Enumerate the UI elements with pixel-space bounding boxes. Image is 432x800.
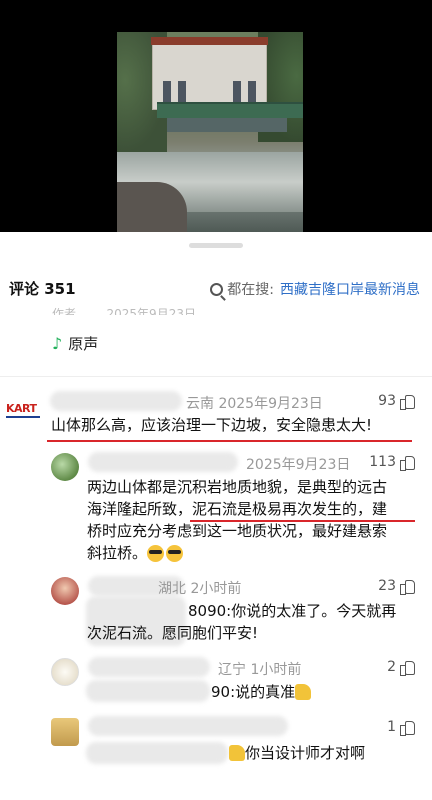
comment-meta: 湖北 2小时前 [158, 581, 242, 597]
avatar[interactable] [51, 453, 79, 481]
comment-text-line: 桥时应充分考虑到这一地质状况，最好建悬索 [87, 522, 388, 540]
like-button[interactable]: 1 [387, 719, 415, 736]
blurred-username [88, 452, 238, 472]
thumbs-up-icon [400, 455, 415, 471]
red-underline [47, 440, 412, 442]
sunglasses-emoji-icon [147, 544, 165, 562]
comment-meta: 辽宁 1小时前 [218, 662, 302, 678]
like-button[interactable]: 93 [378, 393, 415, 410]
blurred-username [88, 716, 288, 736]
original-sound[interactable]: ♪ 原声 [52, 333, 98, 354]
thumbs-up-emoji-icon [229, 745, 245, 761]
thumbs-up-icon [400, 394, 415, 410]
like-count: 23 [378, 578, 396, 594]
original-sound-label: 原声 [68, 335, 99, 353]
like-count: 113 [369, 454, 396, 470]
comment-meta: 云南 2025年9月23日 [186, 396, 323, 412]
comment-text: 山体那么高，应该治理一下边坡，安全隐患太大! [51, 416, 373, 434]
thumbs-up-icon [400, 579, 415, 595]
comment-count: 评论 351 [9, 280, 76, 298]
like-button[interactable]: 23 [378, 578, 415, 595]
comment-text-line: 斜拉桥。 [87, 542, 185, 564]
like-count: 93 [378, 393, 396, 409]
divider [0, 376, 432, 377]
like-count: 1 [387, 719, 396, 735]
partial-comment-meta: 作者 ...... 2025年9月23日 [52, 307, 196, 315]
avatar[interactable] [51, 718, 79, 746]
comment-text-line: 次泥石流。愿同胞们平安! [87, 624, 259, 642]
sheet-drag-handle[interactable] [189, 243, 243, 248]
comment-text-end: 斜拉桥。 [87, 544, 148, 562]
blurred-mention [86, 742, 228, 764]
comment-text-line: 8090:你说的太准了。今天就再 [188, 602, 397, 620]
comment-header: 评论 351 都在搜: 西藏吉隆口岸最新消息 [0, 278, 432, 300]
comment-text: 90:说的真准 [211, 683, 296, 701]
avatar[interactable] [51, 577, 79, 605]
like-count: 2 [387, 659, 396, 675]
blurred-mention [86, 680, 210, 702]
search-label: 都在搜: [227, 282, 274, 298]
comment-meta: 2025年9月23日 [246, 457, 351, 473]
like-button[interactable]: 113 [369, 454, 415, 471]
comment-text: 你当设计师才对啊 [245, 744, 366, 762]
blurred-username [88, 657, 210, 677]
search-keyword-link[interactable]: 西藏吉隆口岸最新消息 [280, 279, 420, 299]
video-player[interactable] [0, 0, 432, 232]
comment-text-line: 两边山体都是沉积岩地质地貌，是典型的远古 [87, 478, 388, 496]
blurred-username [50, 391, 182, 411]
comment-text-line: 90:说的真准 [211, 681, 312, 703]
like-button[interactable]: 2 [387, 659, 415, 676]
thumbs-up-icon [400, 720, 415, 736]
search-icon [210, 282, 224, 296]
avatar[interactable] [51, 658, 79, 686]
comment-text-line: 你当设计师才对啊 [229, 742, 365, 764]
thumbs-up-icon [400, 660, 415, 676]
comment-text-line: 海洋隆起所致，泥石流是极易再次发生的，建 [87, 500, 388, 518]
sunglasses-emoji-icon [166, 544, 184, 562]
logo-text: KART [6, 402, 37, 415]
video-thumbnail[interactable] [117, 32, 303, 232]
thumbs-up-emoji-icon [295, 684, 312, 700]
avatar[interactable]: KART [6, 402, 42, 418]
trending-search[interactable]: 都在搜: 西藏吉隆口岸最新消息 [210, 279, 420, 299]
music-note-icon: ♪ [52, 334, 63, 353]
